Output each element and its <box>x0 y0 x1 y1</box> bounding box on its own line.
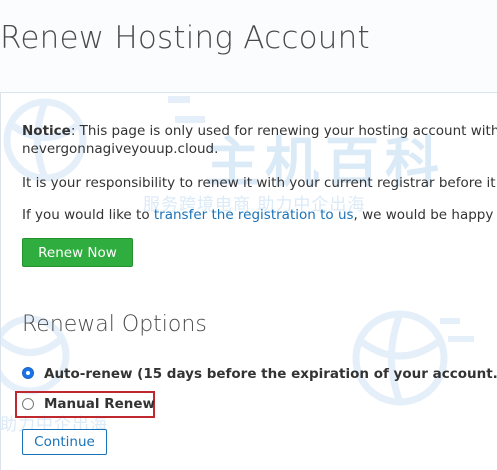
notice-line-2: nevergonnagiveyouup.cloud. <box>22 141 219 157</box>
notice-line-3: It is your responsibility to renew it wi… <box>22 175 497 191</box>
notice-text: : This page is only used for renewing yo… <box>70 123 497 139</box>
notice-label: Notice <box>22 123 71 139</box>
auto-renew-radio[interactable] <box>22 367 34 379</box>
transfer-registration-link[interactable]: transfer the registration to us <box>154 207 354 223</box>
renew-now-button[interactable]: Renew Now <box>22 238 133 267</box>
manual-renew-radio[interactable] <box>22 398 34 410</box>
manual-renew-label[interactable]: Manual Renew <box>44 396 155 412</box>
renewal-options-title: Renewal Options <box>22 312 207 337</box>
auto-renew-label[interactable]: Auto-renew (15 days before the expiratio… <box>44 366 497 382</box>
notice-line-4: If you would like to transfer the regist… <box>22 207 497 223</box>
auto-renew-bold: Auto-renew <box>44 366 133 382</box>
transfer-suffix: , we would be happy to ren <box>353 207 497 223</box>
renew-hosting-page: Renew Hosting Account 主机百科 服务跨境电商 助力中企出海… <box>0 0 497 470</box>
transfer-prefix: If you would like to <box>22 207 154 223</box>
notice-line-1: Notice: This page is only used for renew… <box>22 123 497 139</box>
page-title: Renew Hosting Account <box>0 20 370 56</box>
continue-button[interactable]: Continue <box>22 429 107 455</box>
auto-renew-detail: (15 days before the expiration of your a… <box>137 366 497 382</box>
